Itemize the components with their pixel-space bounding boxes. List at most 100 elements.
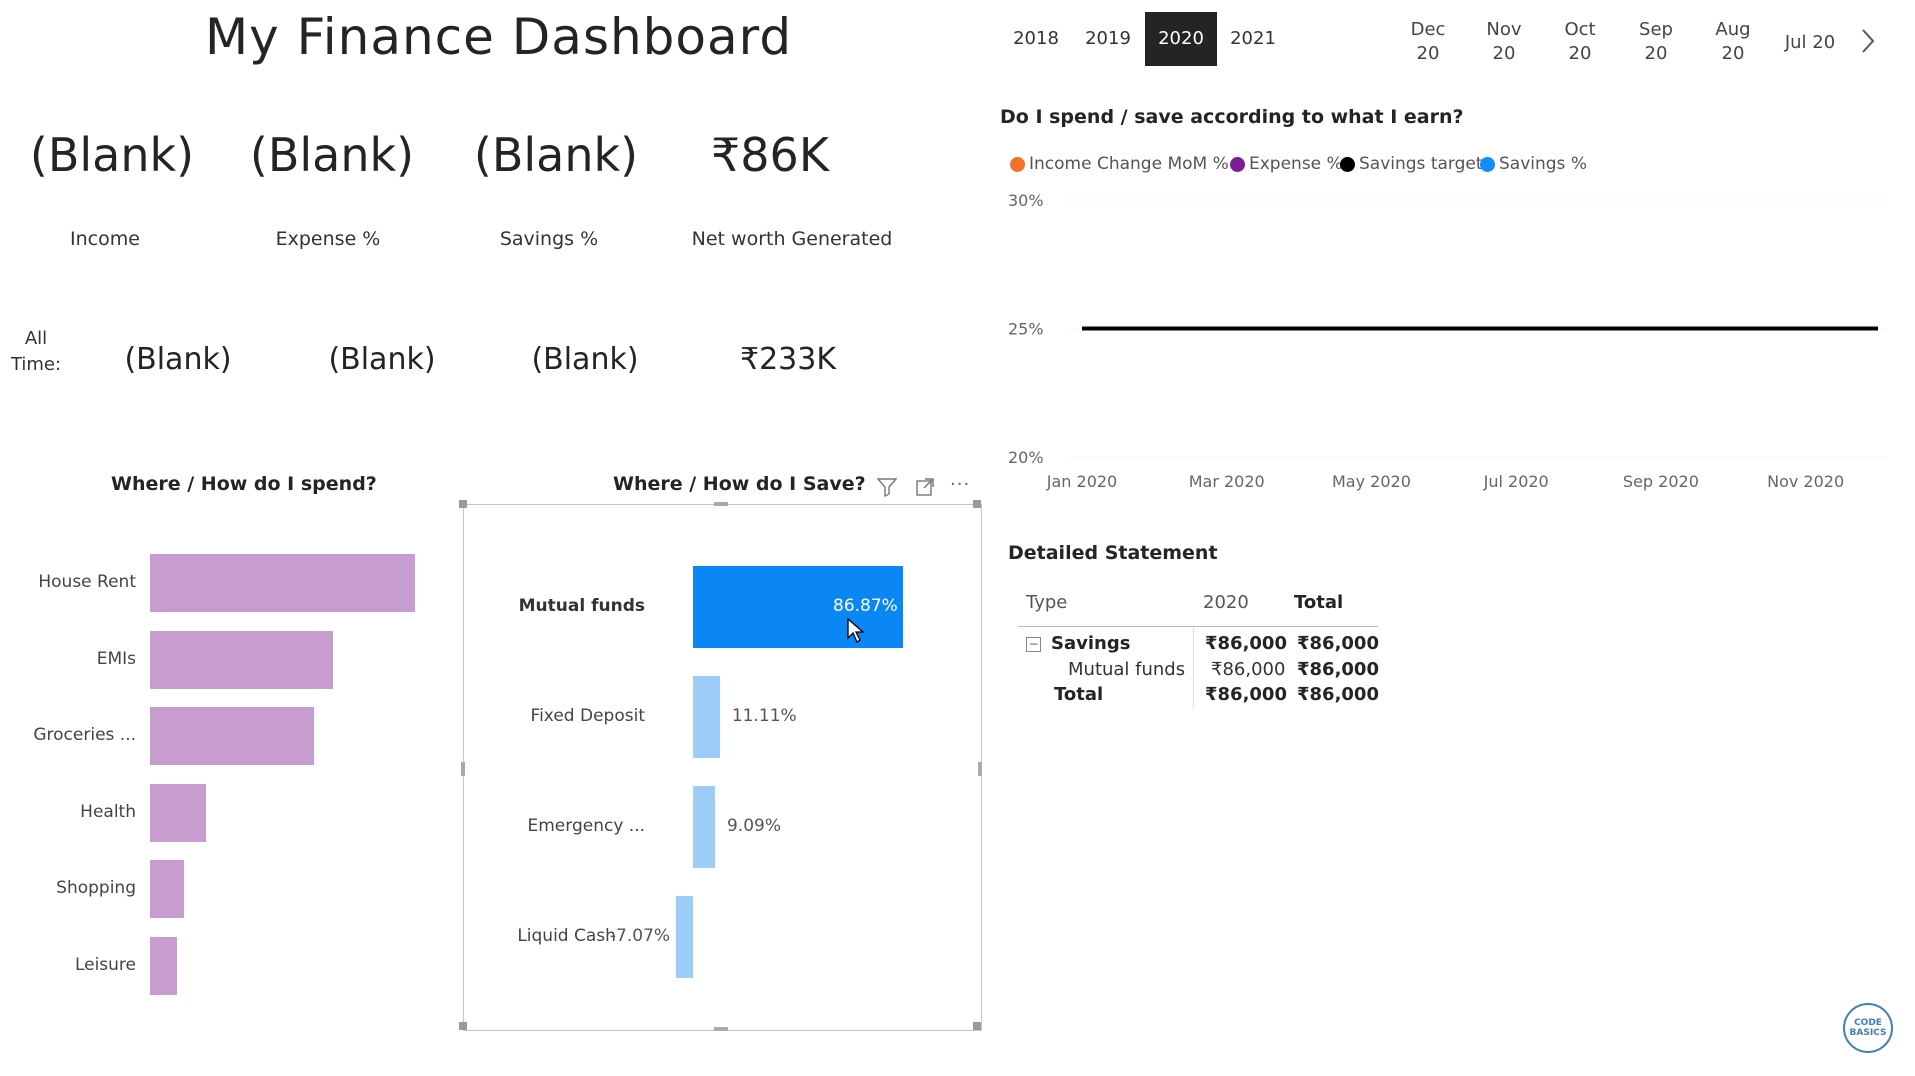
- kpi-expense-value: (Blank): [249, 128, 415, 182]
- month-dec-20-button[interactable]: Dec 20: [1398, 18, 1458, 66]
- resize-handle[interactable]: [714, 1027, 728, 1031]
- y-tick-label: 20%: [1008, 448, 1044, 467]
- resize-handle[interactable]: [973, 1022, 981, 1030]
- spend-bar[interactable]: [150, 860, 185, 918]
- table-header-divider: [1018, 626, 1378, 627]
- legend-label: Income Change MoM %: [1029, 154, 1229, 174]
- codebasics-logo: CODE BASICS: [1843, 1003, 1893, 1053]
- spend-bar[interactable]: [150, 707, 315, 765]
- x-tick-label: May 2020: [1332, 472, 1411, 491]
- legend-item-expense[interactable]: Expense %: [1230, 154, 1343, 174]
- x-tick-label: Jul 2020: [1483, 472, 1549, 491]
- save-bar[interactable]: [675, 896, 693, 978]
- month-label-line1: Aug: [1715, 19, 1751, 40]
- table-row-total: ₹86,000: [1297, 659, 1379, 680]
- month-jul-20-button[interactable]: Jul 20: [1780, 31, 1840, 55]
- save-category-label: Emergency ...: [527, 816, 646, 836]
- resize-handle[interactable]: [459, 500, 467, 508]
- save-bar[interactable]: [693, 786, 715, 868]
- resize-handle[interactable]: [714, 502, 728, 506]
- spend-bar[interactable]: [150, 783, 206, 842]
- year-2018-button[interactable]: 2018: [1000, 12, 1072, 66]
- all-time-savings-value: (Blank): [531, 342, 639, 377]
- table-header-type[interactable]: Type: [1026, 592, 1067, 613]
- legend-dot-icon: [1340, 156, 1355, 172]
- kpi-income-value: (Blank): [29, 128, 195, 182]
- resize-handle[interactable]: [459, 1022, 467, 1030]
- spend-category-label: Leisure: [74, 954, 136, 975]
- save-chart-title: Where / How do I Save?: [613, 473, 866, 495]
- table-row-2020: ₹86,000: [1205, 684, 1287, 705]
- spend-chart-plot[interactable]: House Rent EMIs Groceries ... Health Shoppin…: [0, 540, 430, 1010]
- save-category-label: Mutual funds: [518, 596, 645, 616]
- y-tick-label: 25%: [1008, 320, 1044, 339]
- year-2020-button[interactable]: 2020: [1145, 12, 1217, 66]
- table-row-total: ₹86,000: [1297, 633, 1379, 654]
- more-options-icon[interactable]: ···: [950, 474, 970, 495]
- line-chart-title: Do I spend / save according to what I ea…: [1000, 106, 1464, 128]
- line-chart-plot[interactable]: 30% 25% 20% Jan 2020 Mar 2020 May 2020 Jul 20…: [1000, 185, 1900, 495]
- x-tick-label: Sep 2020: [1623, 472, 1699, 491]
- legend-item-savings-target[interactable]: Savings target: [1340, 154, 1483, 174]
- x-tick-label: Mar 2020: [1189, 472, 1265, 491]
- spend-chart-title: Where / How do I spend?: [111, 473, 377, 495]
- table-row-2020: ₹86,000: [1211, 659, 1286, 680]
- spend-category-label: Shopping: [56, 878, 136, 898]
- table-col-divider: [1193, 628, 1194, 708]
- save-category-label: Liquid Cash: [517, 926, 616, 946]
- save-data-label: 86.87%: [833, 596, 898, 616]
- month-label-line1: Jul 20: [1784, 32, 1836, 53]
- month-nov-20-button[interactable]: Nov 20: [1474, 18, 1534, 66]
- chevron-right-icon[interactable]: [1855, 24, 1881, 58]
- legend-label: Expense %: [1249, 154, 1343, 174]
- table-header-total[interactable]: Total: [1294, 592, 1343, 613]
- table-row-type: Savings: [1051, 633, 1131, 654]
- month-label-line1: Dec: [1410, 19, 1446, 40]
- month-label-line2: 20: [1492, 43, 1516, 64]
- legend-dot-icon: [1010, 156, 1025, 172]
- spend-bar[interactable]: [150, 936, 177, 995]
- spend-category-label: Groceries ...: [33, 725, 136, 745]
- month-oct-20-button[interactable]: Oct 20: [1550, 18, 1610, 66]
- logo-text: CODE BASICS: [1849, 1018, 1887, 1038]
- page-title: My Finance Dashboard: [205, 8, 793, 66]
- year-2019-button[interactable]: 2019: [1072, 12, 1144, 66]
- save-chart-plot[interactable]: Mutual funds 86.87% Fixed Deposit 11.11% Eme…: [463, 540, 980, 1010]
- save-category-label: Fixed Deposit: [530, 706, 645, 726]
- month-aug-20-button[interactable]: Aug 20: [1703, 18, 1763, 66]
- resize-handle[interactable]: [973, 500, 981, 508]
- table-row-type: Mutual funds: [1068, 659, 1186, 680]
- legend-item-savings-pct[interactable]: Savings %: [1480, 154, 1587, 174]
- spend-category-label: EMIs: [96, 648, 136, 669]
- kpi-savings-value: (Blank): [473, 128, 639, 182]
- spend-bar[interactable]: [150, 630, 333, 689]
- all-time-networth-value: ₹233K: [739, 342, 837, 377]
- filter-icon[interactable]: [876, 476, 898, 503]
- kpi-networth-value: ₹86K: [711, 128, 829, 182]
- legend-label: Savings %: [1499, 154, 1587, 174]
- legend-item-income-change[interactable]: Income Change MoM %: [1010, 154, 1229, 174]
- x-tick-label: Jan 2020: [1046, 472, 1117, 491]
- statement-title: Detailed Statement: [1008, 542, 1218, 564]
- table-header-2020[interactable]: 2020: [1203, 592, 1249, 613]
- month-label-line2: 20: [1416, 43, 1440, 64]
- statement-table[interactable]: Type 2020 Total − Savings ₹86,000 ₹86,00…: [1018, 582, 1379, 712]
- spend-category-label: Health: [80, 801, 136, 822]
- table-row-type: Total: [1054, 684, 1104, 705]
- kpi-savings-label: Savings %: [499, 228, 599, 250]
- table-row-2020: ₹86,000: [1205, 633, 1287, 654]
- save-data-label: -7.07%: [609, 926, 671, 946]
- kpi-networth-label: Net worth Generated: [691, 228, 893, 250]
- save-data-label: 11.11%: [731, 706, 797, 726]
- x-tick-label: Nov 2020: [1767, 472, 1844, 491]
- save-bar[interactable]: [693, 676, 720, 758]
- spend-bar[interactable]: [150, 554, 415, 612]
- table-row-total: ₹86,000: [1297, 684, 1379, 705]
- focus-mode-icon[interactable]: [914, 476, 936, 503]
- legend-dot-icon: [1230, 156, 1245, 172]
- collapse-icon[interactable]: −: [1026, 637, 1041, 652]
- month-sep-20-button[interactable]: Sep 20: [1626, 18, 1686, 66]
- mouse-cursor-icon: [847, 617, 865, 648]
- year-2021-button[interactable]: 2021: [1217, 12, 1289, 66]
- spend-category-label: House Rent: [38, 572, 136, 592]
